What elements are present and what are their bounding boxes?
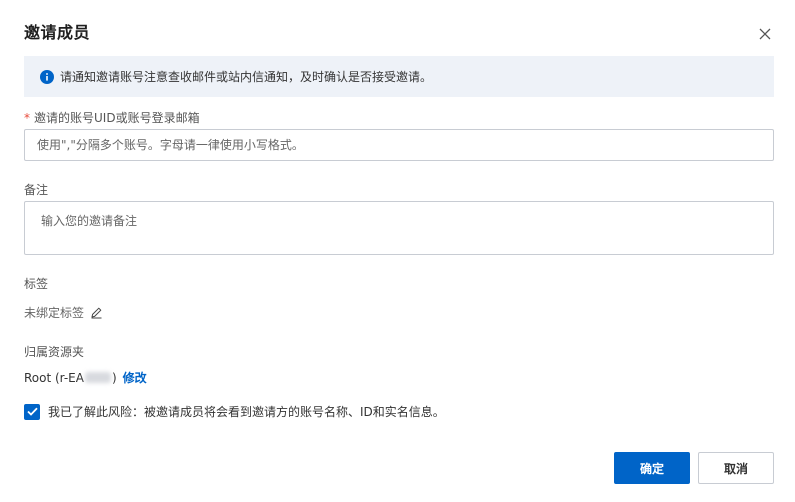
close-icon[interactable] [756,25,774,43]
account-input[interactable] [24,129,774,161]
resource-folder-value-prefix: Root (r-EA [24,370,84,385]
notice-text: 请通知邀请账号注意查收邮件或站内信通知，及时确认是否接受邀请。 [60,70,433,84]
account-field-label: * 邀请的账号UID或账号登录邮箱 [24,109,200,126]
info-icon [40,69,54,84]
tags-value: 未绑定标签 [24,306,85,320]
invite-member-dialog: 邀请成员 请通知邀请账号注意查收邮件或站内信通知，及时确认是否接受邀请。 * 邀请… [0,0,795,502]
remark-field-label: 备注 [24,183,49,197]
cancel-button[interactable]: 取消 [698,452,774,484]
required-mark: * [24,111,30,125]
confirm-button[interactable]: 确定 [614,452,690,484]
account-field-label-text: 邀请的账号UID或账号登录邮箱 [34,111,200,125]
tags-label: 标签 [24,277,49,291]
tags-row: 未绑定标签 [24,304,103,321]
resource-folder-value-suffix: ) [111,370,117,385]
resource-folder-row: Root (r-EA) 修改 [24,369,147,386]
dialog-title: 邀请成员 [24,23,91,42]
consent-checkbox[interactable] [24,403,40,420]
check-icon [26,407,38,416]
notice-banner: 请通知邀请账号注意查收邮件或站内信通知，及时确认是否接受邀请。 [24,56,774,97]
consent-text: 我已了解此风险：被邀请成员将会看到邀请方的账号名称、ID和实名信息。 [48,405,445,419]
remark-textarea[interactable] [24,201,774,255]
edit-icon[interactable] [90,306,103,319]
modify-folder-link[interactable]: 修改 [123,369,147,386]
redacted-mask [84,372,111,383]
consent-row: 我已了解此风险：被邀请成员将会看到邀请方的账号名称、ID和实名信息。 [24,403,445,420]
resource-folder-label: 归属资源夹 [24,345,85,359]
